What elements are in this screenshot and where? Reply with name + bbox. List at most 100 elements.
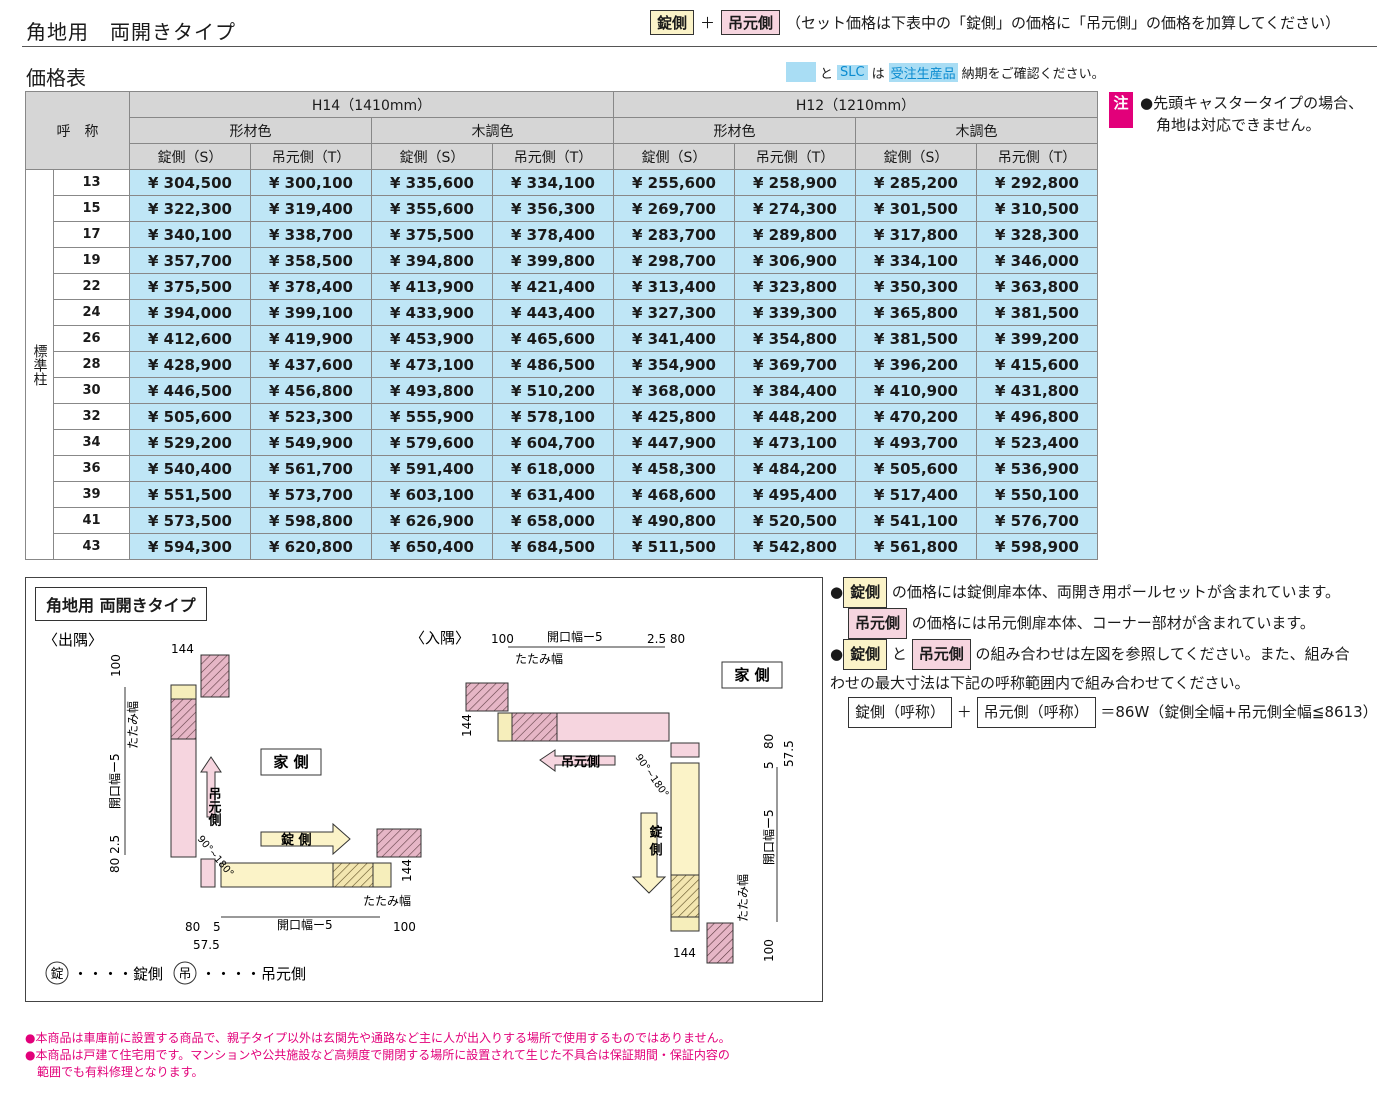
bullet: ● — [830, 645, 844, 663]
row-name: 17 — [53, 221, 130, 248]
table-row: 19 ¥ 357,700 ¥ 358,500 ¥ 394,800 ¥ 399,800 ¥ … — [26, 247, 1098, 274]
price-cell: ¥ 346,000 — [976, 247, 1098, 274]
combo-text: の組み合わせは左図を参照してください。また、組み合 — [975, 645, 1350, 663]
out-kagi-hatch — [332, 862, 374, 888]
in-dim-100-v: 100 — [762, 939, 776, 962]
combo-to: と — [891, 645, 907, 663]
price-cell: ¥ 327,300 — [613, 299, 735, 326]
price-cell: ¥ 561,700 — [250, 455, 372, 482]
out-kagi-gate — [220, 862, 334, 888]
price-cell: ¥ 269,700 — [613, 195, 735, 222]
row-name: 30 — [53, 377, 130, 404]
price-cell: ¥ 328,300 — [976, 221, 1098, 248]
table-row: 24 ¥ 394,000 ¥ 399,100 ¥ 433,900 ¥ 443,400 ¥ … — [26, 299, 1098, 326]
price-cell: ¥ 458,300 — [613, 455, 735, 482]
price-cell: ¥ 573,500 — [129, 507, 251, 534]
row-name: 28 — [53, 351, 130, 378]
slc-tag: SLC — [837, 64, 868, 80]
table-row: 30 ¥ 446,500 ¥ 456,800 ¥ 493,800 ¥ 510,200 ¥ … — [26, 377, 1098, 404]
price-cell: ¥ 496,800 — [976, 403, 1098, 430]
header-t: 吊元側（T） — [492, 143, 614, 170]
price-cell: ¥ 274,300 — [734, 195, 856, 222]
tsuri-tag: 吊元側 — [911, 639, 971, 670]
price-cell: ¥ 493,800 — [371, 377, 493, 404]
in-dim-openw-v: 開口幅ー5 — [761, 809, 776, 865]
header-h14: H14（1410mm） — [129, 91, 614, 118]
price-cell: ¥ 594,300 — [129, 533, 251, 560]
price-cell: ¥ 378,400 — [250, 273, 372, 300]
price-cell: ¥ 339,300 — [734, 299, 856, 326]
out-corner-part — [200, 858, 216, 888]
header-s: 錠側（S） — [855, 143, 977, 170]
table-row: 17 ¥ 340,100 ¥ 338,700 ¥ 375,500 ¥ 378,400 ¥ … — [26, 221, 1098, 248]
price-cell: ¥ 551,500 — [129, 481, 251, 508]
in-corner-part — [670, 742, 700, 758]
formula-tail: ＝86W（錠側全幅+吊元側全幅≦8613） — [1100, 703, 1378, 721]
price-cell: ¥ 306,900 — [734, 247, 856, 274]
price-cell: ¥ 341,400 — [613, 325, 735, 352]
in-dim-openw: 開口幅ー5 — [547, 629, 603, 644]
table-row: 標準柱 13 ¥ 304,500 ¥ 300,100 ¥ 335,600 ¥ 334,10… — [25, 169, 1098, 560]
price-cell: ¥ 505,600 — [855, 455, 977, 482]
disclaimer-notes: ●本商品は車庫前に設置する商品で、親子タイプ以外は玄関先や通路など主に人が出入り… — [25, 1030, 731, 1081]
price-cell: ¥ 255,600 — [613, 169, 735, 196]
price-cell: ¥ 319,400 — [250, 195, 372, 222]
price-cell: ¥ 285,200 — [855, 169, 977, 196]
note-ha: は — [871, 66, 885, 82]
price-cell: ¥ 356,300 — [492, 195, 614, 222]
price-cell: ¥ 433,900 — [371, 299, 493, 326]
price-cell: ¥ 510,200 — [492, 377, 614, 404]
header-h14-wood: 木調色 — [371, 117, 614, 144]
caster-note: ●先頭キャスタータイプの場合、 角地は対応できません。 — [1140, 92, 1363, 136]
price-cell: ¥ 470,200 — [855, 403, 977, 430]
row-name: 19 — [53, 247, 130, 274]
in-dim-100: 100 — [491, 632, 514, 646]
standard-post-label: 標準柱 — [25, 169, 54, 560]
row-name: 36 — [53, 455, 130, 482]
price-cell: ¥ 540,400 — [129, 455, 251, 482]
tsuri-symbol-text: 吊 — [178, 967, 191, 982]
set-note-text: （セット価格は下表中の「錠側」の価格に「吊元側」の価格を加算してください） — [786, 14, 1341, 32]
price-cell: ¥ 529,200 — [129, 429, 251, 456]
price-cell: ¥ 591,400 — [371, 455, 493, 482]
price-cell: ¥ 412,600 — [129, 325, 251, 352]
in-kagi-hatch — [511, 712, 558, 742]
caster-note-line1: ●先頭キャスタータイプの場合、 — [1140, 94, 1364, 112]
out-corner-label: 〈出隅〉 — [43, 631, 103, 649]
price-cell: ¥ 561,800 — [855, 533, 977, 560]
price-cell: ¥ 598,800 — [250, 507, 372, 534]
price-cell: ¥ 413,900 — [371, 273, 493, 300]
price-cell: ¥ 368,000 — [613, 377, 735, 404]
price-cell: ¥ 447,900 — [613, 429, 735, 456]
price-cell: ¥ 419,900 — [250, 325, 372, 352]
price-cell: ¥ 579,600 — [371, 429, 493, 456]
out-house-label: 家 側 — [273, 753, 308, 771]
price-cell: ¥ 650,400 — [371, 533, 493, 560]
in-dim-144: 144 — [460, 714, 474, 737]
price-cell: ¥ 550,100 — [976, 481, 1098, 508]
row-name: 34 — [53, 429, 130, 456]
header-h14-shape: 形材色 — [129, 117, 372, 144]
table-row: 39 ¥ 551,500 ¥ 573,700 ¥ 603,100 ¥ 631,400 ¥ … — [26, 481, 1098, 508]
in-dim-80: 80 — [762, 734, 776, 749]
price-cell: ¥ 358,500 — [250, 247, 372, 274]
price-cell: ¥ 523,300 — [250, 403, 372, 430]
price-table-title: 価格表 — [26, 66, 86, 90]
price-cell: ¥ 495,400 — [734, 481, 856, 508]
price-cell: ¥ 350,300 — [855, 273, 977, 300]
price-cell: ¥ 465,600 — [492, 325, 614, 352]
out-tsuri-fold — [170, 684, 197, 700]
kagi-arrow-label: 錠 側 — [281, 832, 312, 848]
out-dim-100: 100 — [109, 654, 123, 677]
formula-kagi: 錠側（呼称） — [848, 697, 953, 728]
set-price-note: 錠側 ＋ 吊元側 （セット価格は下表中の「錠側」の価格に「吊元側」の価格を加算し… — [650, 10, 1340, 35]
in-corner-label: 〈入隅〉 — [410, 629, 470, 647]
table-row: 43 ¥ 594,300 ¥ 620,800 ¥ 650,400 ¥ 684,500 ¥ … — [26, 533, 1098, 560]
price-cell: ¥ 323,800 — [734, 273, 856, 300]
price-cell: ¥ 555,900 — [371, 403, 493, 430]
price-cell: ¥ 396,200 — [855, 351, 977, 378]
in-kagi-arrow-label: 錠 側 — [647, 824, 664, 857]
tsuri-symbol-legend: ・・・・吊元側 — [201, 965, 306, 983]
price-cell: ¥ 394,800 — [371, 247, 493, 274]
price-cell: ¥ 523,400 — [976, 429, 1098, 456]
